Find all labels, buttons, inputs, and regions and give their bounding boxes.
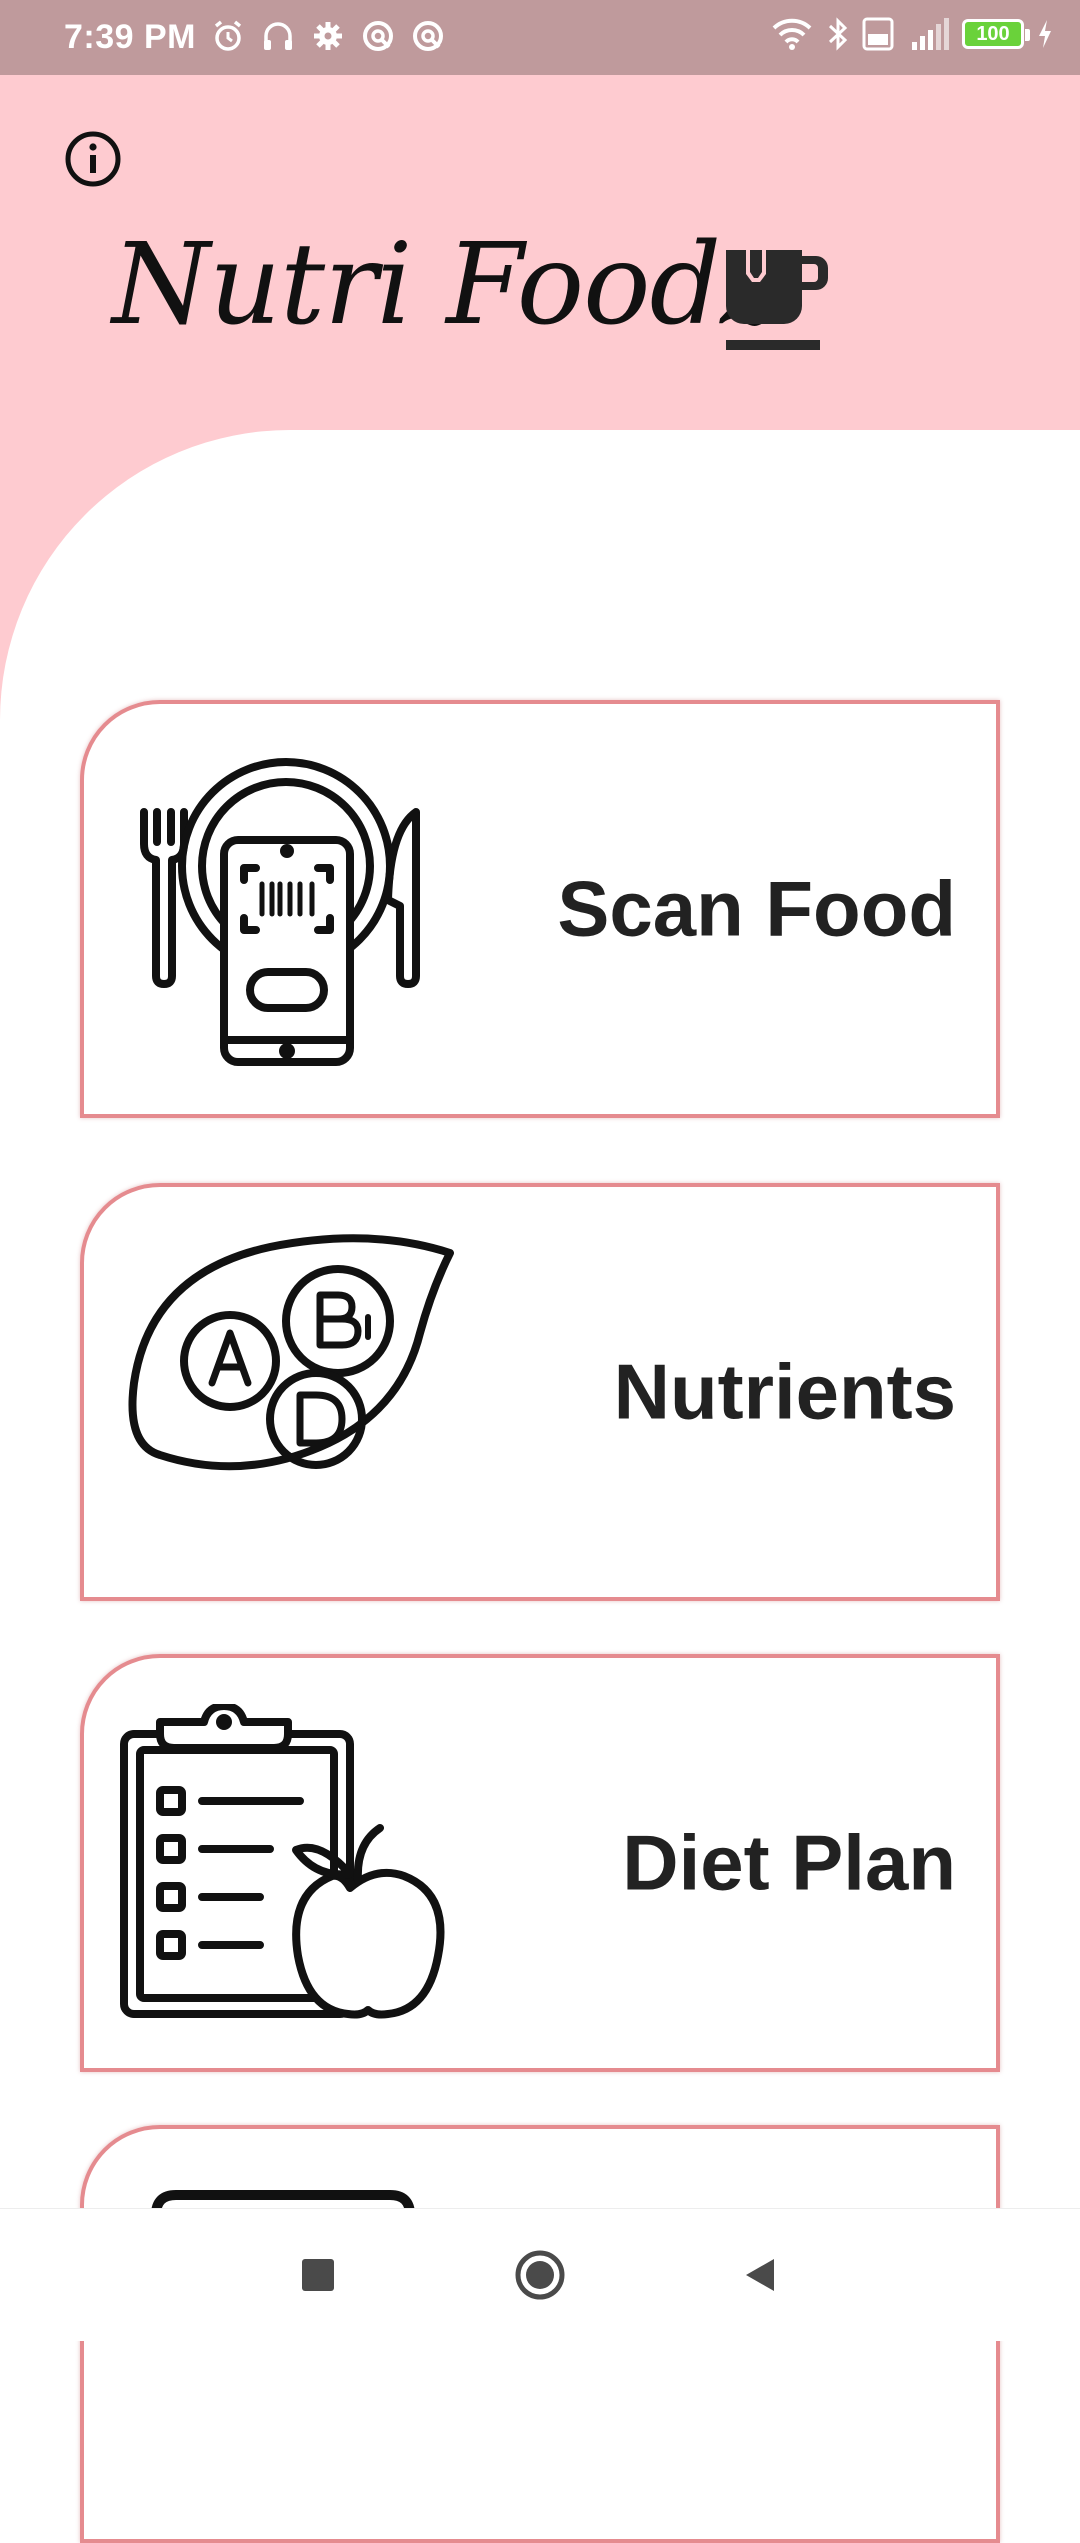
alarm-icon [210,18,246,54]
battery-level: 100 [976,22,1010,45]
app-notification-icon [360,18,396,54]
status-left-icons [210,18,446,54]
menu-card-label: Nutrients [613,1347,956,1436]
battery-icon: 100 [962,19,1030,49]
status-right-icons: 100 [770,16,1054,52]
back-triangle-icon[interactable] [740,2255,780,2295]
bluetooth-icon [826,16,850,52]
charging-icon [1036,16,1054,52]
app-notification-icon [410,18,446,54]
menu-card-label: Diet Plan [622,1818,956,1907]
status-time: 7:39 PM [64,18,196,56]
settings-gear-icon [310,18,346,54]
home-circle-icon[interactable] [514,2249,566,2301]
menu-card-nutrients[interactable]: Nutrients [80,1183,1000,1601]
wifi-icon [770,16,814,52]
headphones-icon [260,18,296,54]
clipboard-apple-icon [120,1702,460,2024]
app-title: Nutri Foodz [112,220,779,350]
status-bar: 7:39 PM 100 [0,0,1080,75]
signal-4g-icon [906,16,950,52]
system-nav-bar [0,2208,1080,2341]
menu-card-diet-plan[interactable]: Diet Plan [80,1654,1000,2072]
volte-icon [862,17,894,51]
menu-card-scan-food[interactable]: Scan Food [80,700,1000,1118]
info-icon[interactable] [62,128,124,190]
recents-square-icon[interactable] [298,2255,338,2295]
vitamins-leaf-icon [120,1233,460,1553]
coffee-cup-icon [724,248,830,354]
menu-card-label: Scan Food [557,864,956,953]
scan-food-phone-plate-icon [120,750,460,1070]
